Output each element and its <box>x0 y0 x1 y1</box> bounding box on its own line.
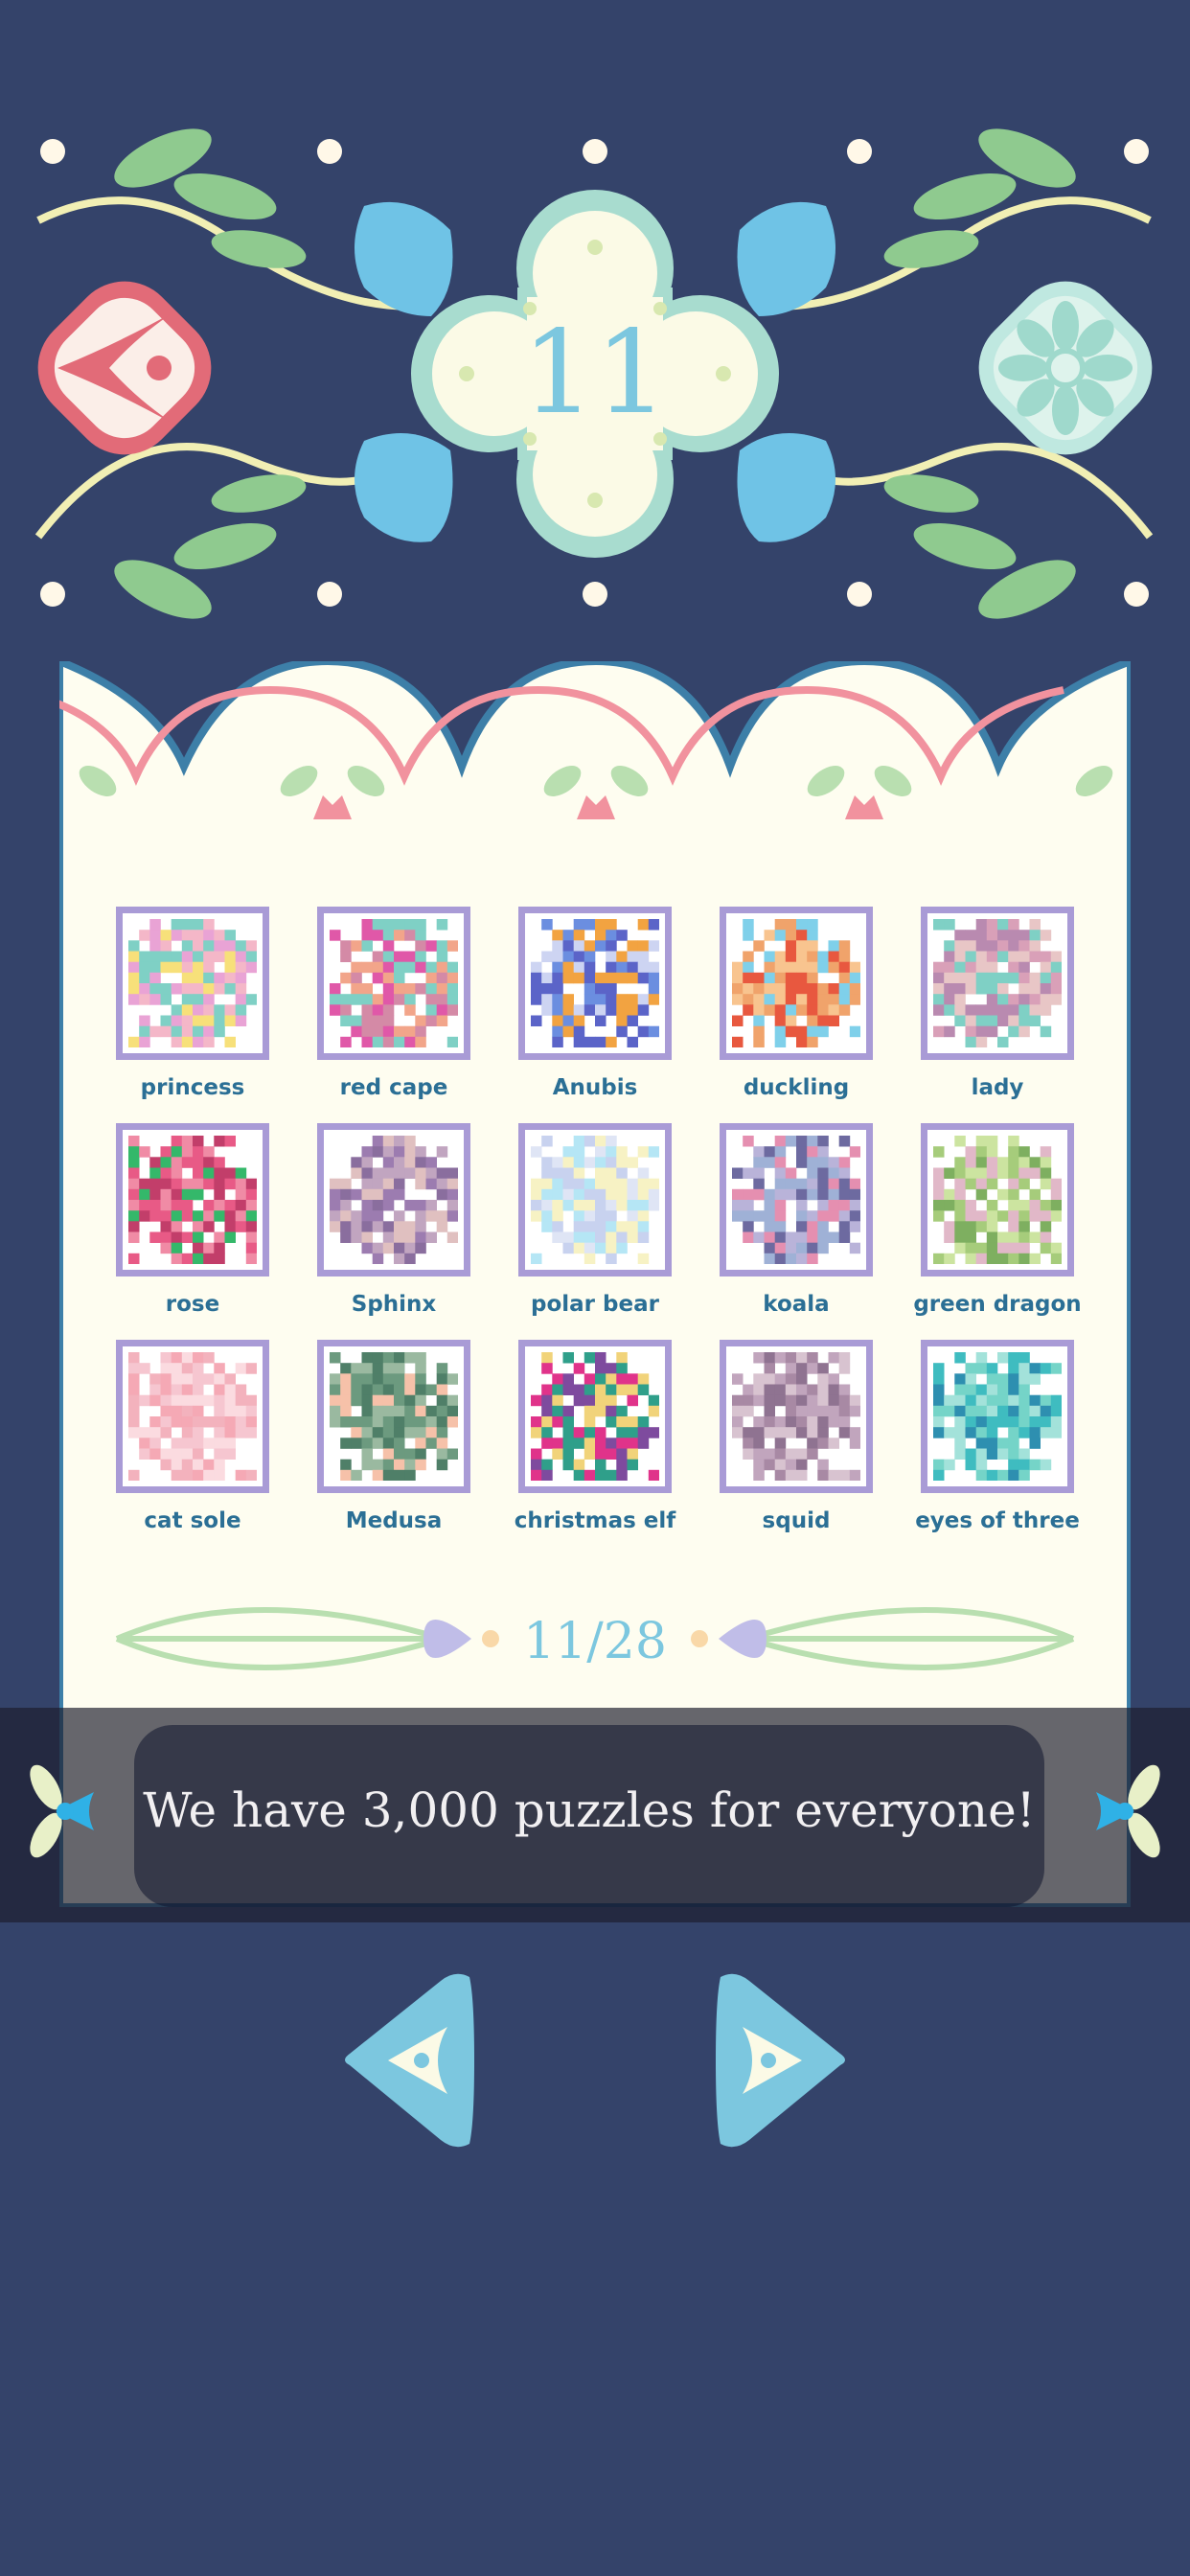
banner-flower-right-icon <box>1096 1764 1160 1858</box>
next-page-button[interactable] <box>706 1969 850 2151</box>
puzzle-thumbnail <box>933 919 1062 1047</box>
settings-button[interactable] <box>954 257 1177 479</box>
promo-banner-text: We have 3,000 puzzles for everyone! <box>143 1782 1036 1838</box>
puzzle-thumbnail <box>732 1136 860 1264</box>
puzzle-label: koala <box>763 1292 830 1317</box>
puzzle-thumbnail <box>128 919 257 1047</box>
puzzle-tile[interactable] <box>720 1123 873 1276</box>
banner-flower-left-icon <box>30 1764 94 1858</box>
puzzle-thumbnail <box>531 1352 659 1481</box>
page-indicator: 11/28 <box>523 1613 667 1670</box>
prev-page-arrow-icon <box>345 1973 474 2148</box>
puzzle-tile[interactable] <box>518 1123 672 1276</box>
next-page-arrow-icon <box>716 1973 845 2148</box>
back-button[interactable] <box>13 257 236 479</box>
puzzle-thumbnail <box>531 1136 659 1264</box>
puzzle-label: lady <box>971 1075 1024 1100</box>
puzzle-thumbnail <box>330 919 458 1047</box>
puzzle-tile[interactable] <box>317 907 470 1060</box>
puzzle-label: cat sole <box>144 1508 241 1533</box>
prev-page-button[interactable] <box>340 1969 484 2151</box>
puzzle-thumbnail <box>933 1352 1062 1481</box>
puzzle-thumbnail <box>531 919 659 1047</box>
puzzle-label: princess <box>140 1075 245 1100</box>
puzzle-tile[interactable] <box>921 1340 1074 1493</box>
puzzle-tile[interactable] <box>518 907 672 1060</box>
puzzle-tile[interactable] <box>720 907 873 1060</box>
puzzle-tile[interactable] <box>921 907 1074 1060</box>
puzzle-tile[interactable] <box>317 1123 470 1276</box>
flower-settings-icon <box>978 281 1153 455</box>
puzzle-thumbnail <box>330 1136 458 1264</box>
puzzle-tile[interactable] <box>116 907 269 1060</box>
puzzle-label: rose <box>165 1292 220 1317</box>
puzzle-tile[interactable] <box>720 1340 873 1493</box>
puzzle-label: squid <box>762 1508 831 1533</box>
puzzle-label: eyes of three <box>915 1508 1080 1533</box>
puzzle-thumbnail <box>732 1352 860 1481</box>
puzzle-label: Sphinx <box>351 1292 437 1317</box>
puzzle-thumbnail <box>330 1352 458 1481</box>
puzzle-label: Medusa <box>345 1508 443 1533</box>
puzzle-tile[interactable] <box>518 1340 672 1493</box>
puzzle-tile[interactable] <box>317 1340 470 1493</box>
puzzle-thumbnail <box>128 1352 257 1481</box>
puzzle-thumbnail <box>732 919 860 1047</box>
puzzle-thumbnail <box>128 1136 257 1264</box>
puzzle-tile[interactable] <box>921 1123 1074 1276</box>
back-arrow-icon <box>37 281 212 455</box>
puzzle-tile[interactable] <box>116 1340 269 1493</box>
puzzle-label: green dragon <box>913 1292 1082 1317</box>
puzzle-tile[interactable] <box>116 1123 269 1276</box>
puzzle-thumbnail <box>933 1136 1062 1264</box>
level-number: 11 <box>521 307 669 440</box>
puzzle-label: Anubis <box>552 1075 638 1100</box>
puzzle-label: red cape <box>339 1075 448 1100</box>
puzzle-label: duckling <box>743 1075 850 1100</box>
puzzle-label: polar bear <box>531 1292 659 1317</box>
puzzle-label: christmas elf <box>514 1508 676 1533</box>
